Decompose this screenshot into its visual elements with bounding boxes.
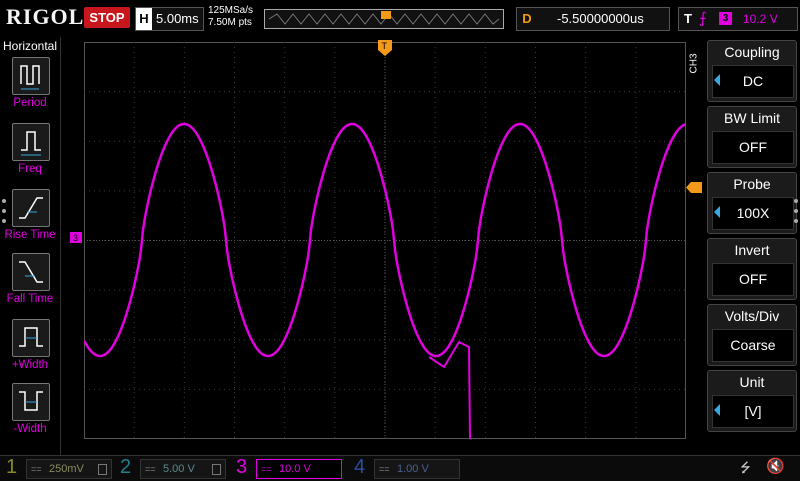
left-arrow-icon: [714, 206, 720, 218]
top-status-bar: RIGOL STOP H 5.00ms 125MSa/s 7.50M pts D…: [0, 0, 800, 37]
delay-value: -5.50000000us: [557, 11, 644, 26]
brand-logo: RIGOL: [6, 4, 85, 29]
horizontal-timebase[interactable]: H 5.00ms: [135, 7, 204, 31]
channel-1-status[interactable]: 1 == 250mV: [6, 456, 116, 479]
measure-freq[interactable]: Freq: [0, 123, 60, 187]
probe-softkey[interactable]: Probe 100X: [707, 172, 797, 234]
frequency-icon: [12, 123, 50, 161]
ch3-offset-label: 3: [73, 233, 78, 243]
channel-2-status[interactable]: 2 == 5.00 V: [120, 456, 230, 479]
rise-time-label: Rise Time: [4, 229, 56, 241]
volts-div-title: Volts/Div: [724, 308, 780, 324]
sample-rate: 125MSa/s: [208, 5, 254, 16]
delay-readout[interactable]: D -5.50000000us: [516, 7, 670, 31]
measure-fall-time[interactable]: Fall Time: [0, 253, 60, 317]
negative-width-icon: [12, 383, 50, 421]
timebase-value: 5.00ms: [156, 11, 199, 26]
waveform-display[interactable]: [82, 42, 687, 440]
measure-period[interactable]: Period: [0, 57, 60, 121]
memory-trigger-marker: [381, 11, 391, 19]
fall-time-label: Fall Time: [6, 293, 54, 305]
rise-time-icon: [12, 189, 50, 227]
ch3-offset-marker: 3: [70, 232, 82, 243]
coupling-title: Coupling: [724, 44, 780, 60]
rising-edge-icon: ⨍: [699, 10, 707, 27]
trigger-source: 3: [719, 12, 732, 25]
channel-tag: CH3: [688, 53, 700, 74]
period-icon: [12, 57, 50, 95]
coupling-softkey[interactable]: Coupling DC: [707, 40, 797, 102]
acquisition-info: 125MSa/s 7.50M pts: [208, 5, 253, 29]
volts-div-value: Coarse: [712, 329, 794, 362]
bw-limit-title: BW Limit: [724, 110, 780, 126]
channel-3-number: 3: [236, 456, 248, 478]
waveform-graticule: [82, 42, 687, 440]
channel-1-scale: 250mV: [49, 463, 84, 475]
probe-value: 100X: [712, 197, 794, 230]
trigger-level-marker: [686, 182, 702, 193]
invert-title: Invert: [734, 242, 770, 258]
positive-width-label: +Width: [11, 359, 49, 371]
coupling-value: DC: [712, 65, 794, 98]
channel-settings-menu: Coupling DC BW Limit OFF Probe 100X Inve…: [703, 37, 800, 455]
volts-div-softkey[interactable]: Volts/Div Coarse: [707, 304, 797, 366]
unit-value: [V]: [712, 395, 794, 428]
horizontal-label: H: [136, 8, 152, 30]
channel-status-bar: 1 == 250mV 2 == 5.00 V 3 == 10.0 V 4 == 1.00…: [0, 455, 800, 481]
right-menu-page-dots: [794, 199, 798, 223]
channel-2-scale: 5.00 V: [163, 463, 195, 475]
left-menu-title: Horizontal: [2, 39, 58, 53]
bw-limit-softkey[interactable]: BW Limit OFF: [707, 106, 797, 168]
channel-3-status[interactable]: 3 == 10.0 V: [236, 456, 346, 479]
channel-4-scale: 1.00 V: [397, 463, 429, 475]
svg-text:T: T: [382, 41, 388, 51]
memory-position-strip: [264, 9, 504, 29]
trigger-label: T: [684, 11, 692, 26]
channel-3-scale: 10.0 V: [279, 463, 311, 475]
unit-title: Unit: [739, 374, 765, 390]
bw-limit-value: OFF: [712, 131, 794, 164]
invert-value: OFF: [712, 263, 794, 296]
channel-4-number: 4: [354, 456, 366, 478]
run-stop-status[interactable]: STOP: [84, 7, 130, 28]
usb-icon: ⭍: [740, 460, 751, 475]
negative-width-label: -Width: [13, 423, 47, 435]
memory-depth: 7.50M pts: [208, 17, 252, 28]
probe-title: Probe: [733, 176, 771, 192]
left-arrow-icon: [714, 404, 720, 416]
invert-softkey[interactable]: Invert OFF: [707, 238, 797, 300]
positive-width-icon: [12, 319, 50, 357]
measure-negative-width[interactable]: -Width: [0, 383, 60, 447]
delay-label: D: [522, 11, 532, 26]
period-label: Period: [13, 97, 47, 109]
fall-time-icon: [12, 253, 50, 291]
freq-label: Freq: [18, 163, 42, 175]
trigger-position-marker: T: [378, 40, 392, 56]
horizontal-measure-menu: Horizontal Period Freq Rise Time Fall Ti…: [0, 37, 61, 455]
measure-positive-width[interactable]: +Width: [0, 319, 60, 383]
channel-1-number: 1: [6, 456, 18, 478]
memory-strip-graphic: [268, 11, 500, 25]
trigger-readout[interactable]: T ⨍ 3 10.2 V: [678, 7, 798, 31]
left-arrow-icon: [714, 74, 720, 86]
menu-page-dots: [2, 199, 6, 223]
channel-2-number: 2: [120, 456, 132, 478]
unit-softkey[interactable]: Unit [V]: [707, 370, 797, 432]
trigger-level: 10.2 V: [743, 12, 778, 26]
speaker-muted-icon[interactable]: 🔇: [766, 457, 785, 475]
channel-4-status[interactable]: 4 == 1.00 V: [354, 456, 464, 479]
